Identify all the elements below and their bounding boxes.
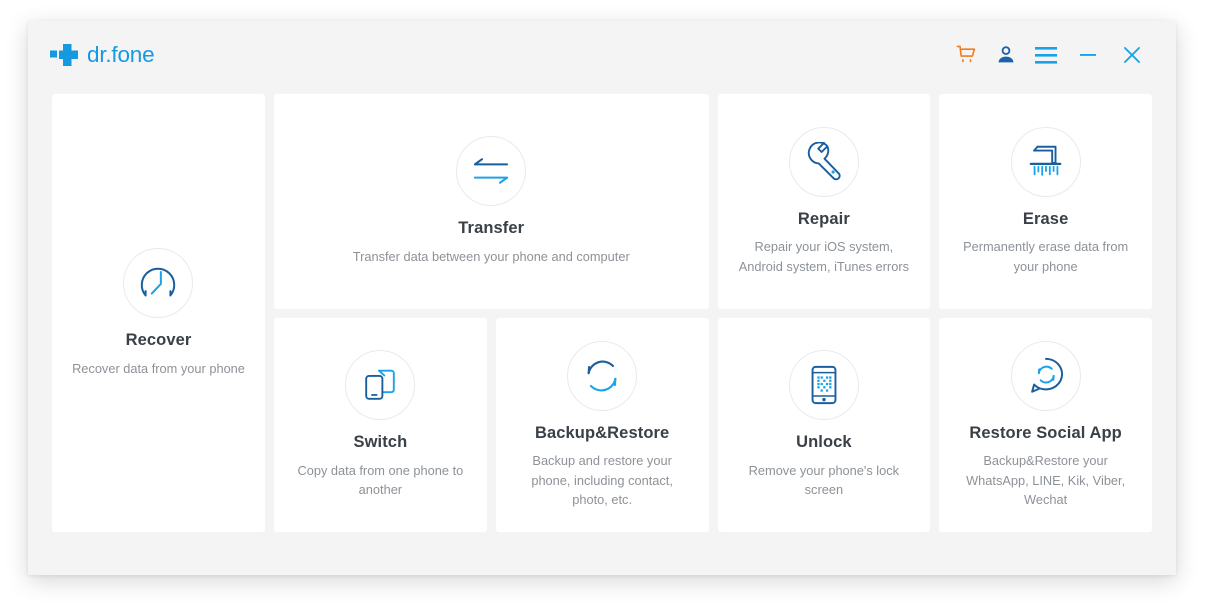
brand-logo: dr.fone bbox=[50, 42, 155, 68]
feature-grid: Recover Recover data from your phone Tra… bbox=[52, 94, 1152, 532]
card-description: Backup and restore your phone, including… bbox=[531, 453, 673, 507]
card-content: Unlock Remove your phone's lock screen bbox=[734, 350, 914, 499]
card-title: Unlock bbox=[796, 433, 852, 452]
feature-card-restore-social-app[interactable]: Restore Social App Backup&Restore your W… bbox=[939, 317, 1152, 532]
card-content: Switch Copy data from one phone to anoth… bbox=[290, 350, 470, 499]
card-content: Repair Repair your iOS system, Android s… bbox=[734, 126, 914, 276]
card-content: Backup&Restore Backup and restore your p… bbox=[512, 340, 692, 509]
card-title: Recover bbox=[125, 331, 192, 349]
clock-recover-icon bbox=[123, 248, 194, 318]
close-icon[interactable] bbox=[1110, 35, 1154, 75]
dr-fone-plus-logo-icon bbox=[50, 44, 78, 66]
feature-card-unlock[interactable]: Unlock Remove your phone's lock screen bbox=[717, 317, 931, 532]
card-content: Restore Social App Backup&Restore your W… bbox=[956, 340, 1136, 509]
title-bar: dr.fone bbox=[28, 21, 1176, 89]
two-phones-icon bbox=[345, 350, 416, 421]
card-title: Switch bbox=[353, 433, 408, 452]
feature-card-backup-restore[interactable]: Backup&Restore Backup and restore your p… bbox=[495, 317, 709, 532]
card-title: Backup&Restore bbox=[534, 423, 670, 442]
cart-icon[interactable] bbox=[946, 35, 986, 75]
card-description: Recover data from your phone bbox=[72, 360, 245, 376]
circular-sync-icon bbox=[567, 340, 638, 411]
app-title: dr.fone bbox=[87, 42, 155, 68]
chat-bubble-sync-icon bbox=[1010, 340, 1081, 411]
card-title: Repair bbox=[797, 209, 850, 228]
card-content: Transfer Transfer data between your phon… bbox=[353, 136, 630, 266]
card-description: Remove your phone's lock screen bbox=[748, 462, 900, 498]
feature-card-transfer[interactable]: Transfer Transfer data between your phon… bbox=[274, 94, 709, 309]
card-title: Transfer bbox=[458, 219, 525, 238]
menu-icon[interactable] bbox=[1026, 35, 1066, 75]
app-window: dr.fone Recover Recover data from your p… bbox=[28, 21, 1176, 575]
transfer-arrows-icon bbox=[456, 136, 527, 207]
wrench-icon bbox=[788, 126, 859, 197]
shredder-icon bbox=[1010, 126, 1081, 197]
feature-card-repair[interactable]: Repair Repair your iOS system, Android s… bbox=[717, 94, 931, 309]
card-description: Transfer data between your phone and com… bbox=[352, 249, 630, 265]
window-controls bbox=[946, 35, 1154, 75]
card-description: Repair your iOS system, Android system, … bbox=[738, 239, 909, 274]
feature-card-switch[interactable]: Switch Copy data from one phone to anoth… bbox=[274, 317, 487, 532]
card-content: Recover Recover data from your phone bbox=[72, 248, 245, 378]
card-description: Backup&Restore your WhatsApp, LINE, Kik,… bbox=[966, 453, 1126, 507]
card-description: Copy data from one phone to another bbox=[297, 462, 464, 498]
card-title: Restore Social App bbox=[969, 423, 1122, 442]
phone-lockscreen-icon bbox=[788, 350, 859, 421]
card-content: Erase Permanently erase data from your p… bbox=[956, 126, 1136, 276]
card-title: Erase bbox=[1022, 209, 1069, 228]
minimize-icon[interactable] bbox=[1066, 35, 1110, 75]
card-description: Permanently erase data from your phone bbox=[963, 239, 1129, 274]
account-icon[interactable] bbox=[986, 35, 1026, 75]
feature-card-recover[interactable]: Recover Recover data from your phone bbox=[52, 94, 265, 532]
feature-card-erase[interactable]: Erase Permanently erase data from your p… bbox=[939, 94, 1152, 309]
